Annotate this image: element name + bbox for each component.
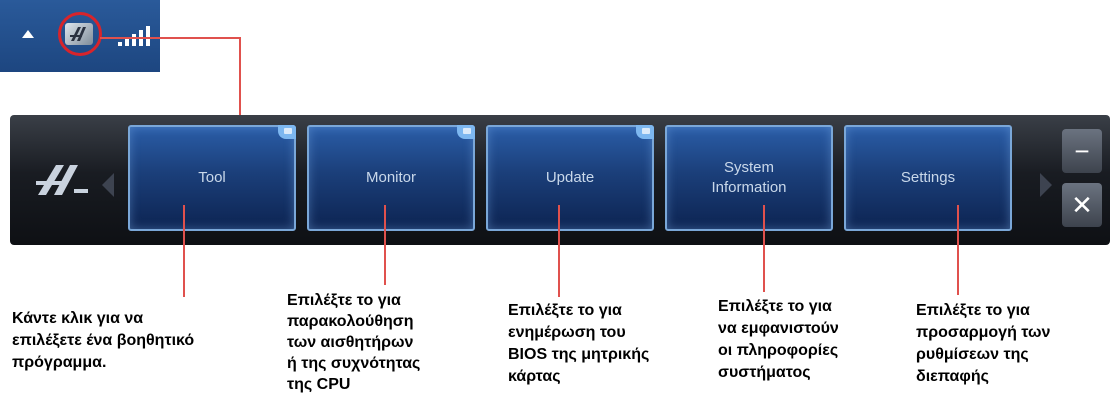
caption-line: διεπαφής bbox=[916, 368, 989, 385]
ai-suite-logo-icon bbox=[30, 161, 100, 201]
scroll-right-icon[interactable] bbox=[1040, 173, 1052, 197]
caption-line: προσαρμογή των bbox=[916, 324, 1051, 341]
caption-line: ενημέρωση του bbox=[508, 324, 626, 341]
corner-badge-icon bbox=[457, 125, 475, 139]
caption-line: BIOS της μητρικής bbox=[508, 346, 650, 363]
monitor-button-label: Monitor bbox=[365, 169, 417, 186]
scroll-left-icon[interactable] bbox=[102, 173, 114, 197]
callout-line bbox=[558, 205, 560, 297]
system-information-label: System Information bbox=[711, 158, 786, 198]
caption-line: οι πληροφορίες bbox=[718, 342, 839, 359]
tool-button[interactable]: Tool bbox=[128, 125, 296, 231]
caption-line: πρόγραμμα. bbox=[12, 354, 107, 371]
signal-bars-icon bbox=[118, 26, 154, 46]
update-caption: Επιλέξτε το για ενημέρωση του BIOS της μ… bbox=[508, 300, 649, 388]
caption-line: παρακολούθηση bbox=[287, 313, 414, 330]
callout-line bbox=[239, 37, 241, 115]
update-button-label: Update bbox=[545, 169, 595, 186]
callout-line bbox=[763, 205, 765, 292]
highlight-circle bbox=[58, 12, 102, 56]
tool-caption: Κάντε κλικ για να επιλέξετε ένα βοηθητικ… bbox=[12, 308, 194, 374]
settings-button-label: Settings bbox=[900, 169, 956, 186]
system-information-label-line2: Information bbox=[711, 179, 787, 196]
show-hidden-icons-icon[interactable] bbox=[22, 30, 34, 38]
caption-line: κάρτας bbox=[508, 368, 561, 385]
monitor-caption: Επιλέξτε το για παρακολούθηση των αισθητ… bbox=[287, 290, 420, 395]
caption-line: ή της συχνότητας bbox=[287, 355, 421, 372]
system-information-button[interactable]: System Information bbox=[665, 125, 833, 231]
caption-line: να εμφανιστούν bbox=[718, 320, 839, 337]
corner-badge-icon bbox=[636, 125, 654, 139]
caption-line: Επιλέξτε το για bbox=[287, 292, 401, 309]
caption-line: Επιλέξτε το για bbox=[916, 302, 1030, 319]
callout-line bbox=[100, 37, 240, 39]
settings-button[interactable]: Settings bbox=[844, 125, 1012, 231]
callout-line bbox=[384, 205, 386, 285]
caption-line: Επιλέξτε το για bbox=[718, 298, 832, 315]
system-information-label-line1: System bbox=[723, 159, 774, 176]
corner-badge-icon bbox=[278, 125, 296, 139]
minimize-button[interactable]: − bbox=[1062, 129, 1102, 173]
caption-line: των αισθητήρων bbox=[287, 334, 414, 351]
callout-line bbox=[957, 205, 959, 295]
caption-line: ρυθμίσεων της bbox=[916, 346, 1029, 363]
settings-caption: Επιλέξτε το για προσαρμογή των ρυθμίσεων… bbox=[916, 300, 1050, 388]
caption-line: Κάντε κλικ για να bbox=[12, 310, 144, 327]
ai-suite-toolbar: Tool Monitor Update System Information S… bbox=[10, 115, 1110, 245]
caption-line: Επιλέξτε το για bbox=[508, 302, 622, 319]
caption-line: συστήματος bbox=[718, 364, 811, 381]
caption-line: επιλέξετε ένα βοηθητικό bbox=[12, 332, 195, 349]
callout-line bbox=[183, 205, 185, 297]
close-button[interactable]: ✕ bbox=[1062, 183, 1102, 227]
tool-button-label: Tool bbox=[198, 169, 226, 186]
update-button[interactable]: Update bbox=[486, 125, 654, 231]
monitor-button[interactable]: Monitor bbox=[307, 125, 475, 231]
caption-line: της CPU bbox=[287, 376, 351, 393]
system-information-caption: Επιλέξτε το για να εμφανιστούν οι πληροφ… bbox=[718, 296, 839, 384]
